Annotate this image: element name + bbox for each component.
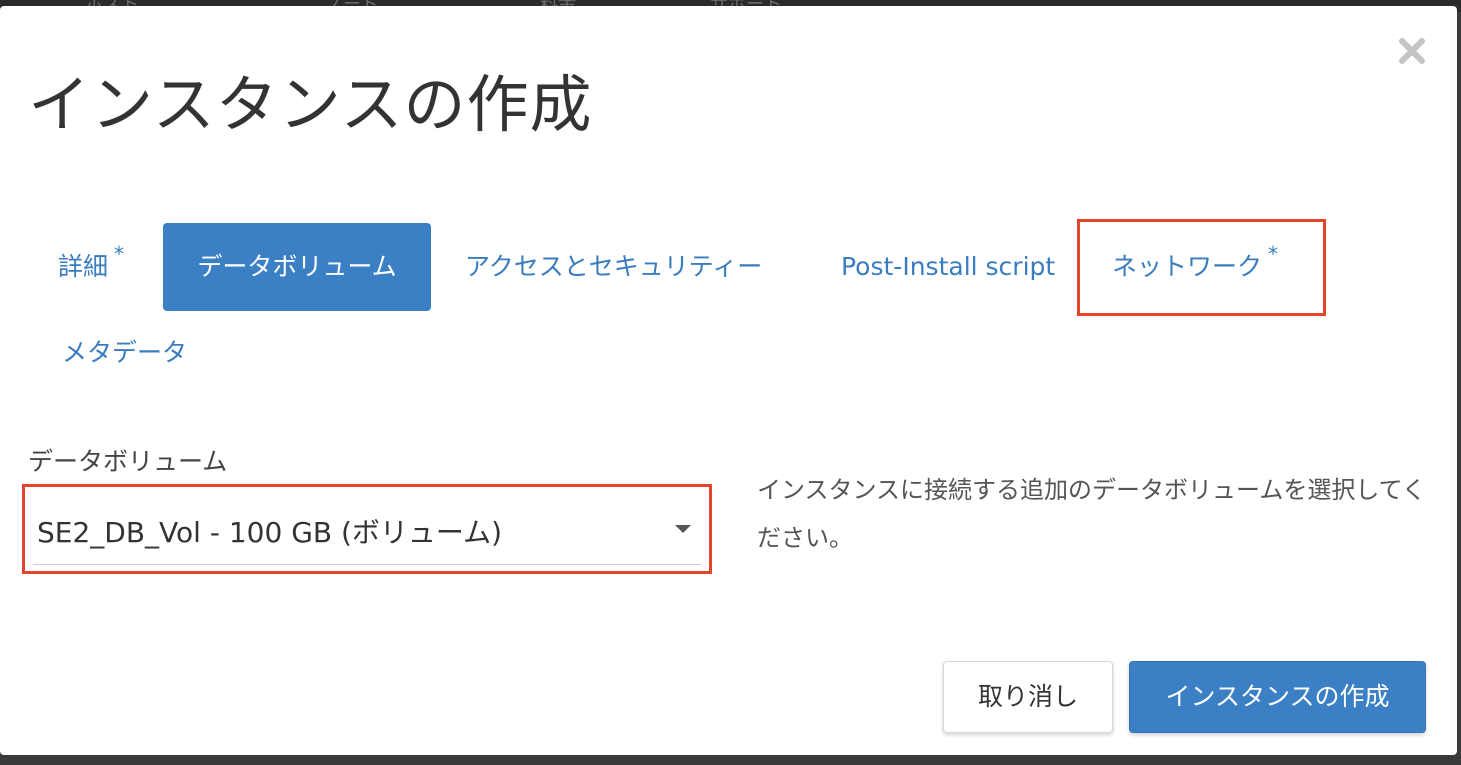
tab-network[interactable]: ネットワーク *: [1112, 223, 1278, 311]
tab-label: Post-Install script: [841, 252, 1056, 281]
data-volume-selected-value: SE2_DB_Vol - 100 GB (ボリューム): [37, 516, 503, 549]
data-volume-select[interactable]: SE2_DB_Vol - 100 GB (ボリューム): [33, 493, 701, 565]
tab-metadata[interactable]: メタデータ: [62, 309, 187, 397]
tab-label: アクセスとセキュリティー: [465, 252, 763, 281]
tab-label: ネットワーク: [1112, 252, 1263, 281]
required-asterisk: *: [114, 242, 125, 266]
tab-label: データボリューム: [197, 252, 397, 281]
tab-label: 詳細: [58, 252, 109, 281]
tab-post-install-script[interactable]: Post-Install script: [841, 223, 1055, 311]
close-icon[interactable]: [1397, 36, 1427, 66]
tab-details[interactable]: 詳細 *: [58, 223, 124, 311]
data-volume-select-highlight: SE2_DB_Vol - 100 GB (ボリューム): [22, 484, 712, 574]
create-instance-dialog: インスタンスの作成 詳細 * データボリューム アクセスとセキュリティー Post…: [0, 6, 1457, 755]
cancel-button[interactable]: 取り消し: [943, 661, 1113, 733]
create-instance-button[interactable]: インスタンスの作成: [1129, 661, 1426, 733]
dialog-title: インスタンスの作成: [28, 68, 593, 141]
chevron-down-icon: [675, 525, 691, 533]
tab-access-security[interactable]: アクセスとセキュリティー: [465, 223, 762, 311]
data-volume-label: データボリューム: [28, 447, 228, 476]
data-volume-help-text: インスタンスに接続する追加のデータボリュームを選択してください。: [757, 476, 1426, 552]
tab-data-volume[interactable]: データボリューム: [163, 223, 431, 311]
required-asterisk: *: [1268, 242, 1279, 266]
tab-label: メタデータ: [62, 338, 188, 367]
